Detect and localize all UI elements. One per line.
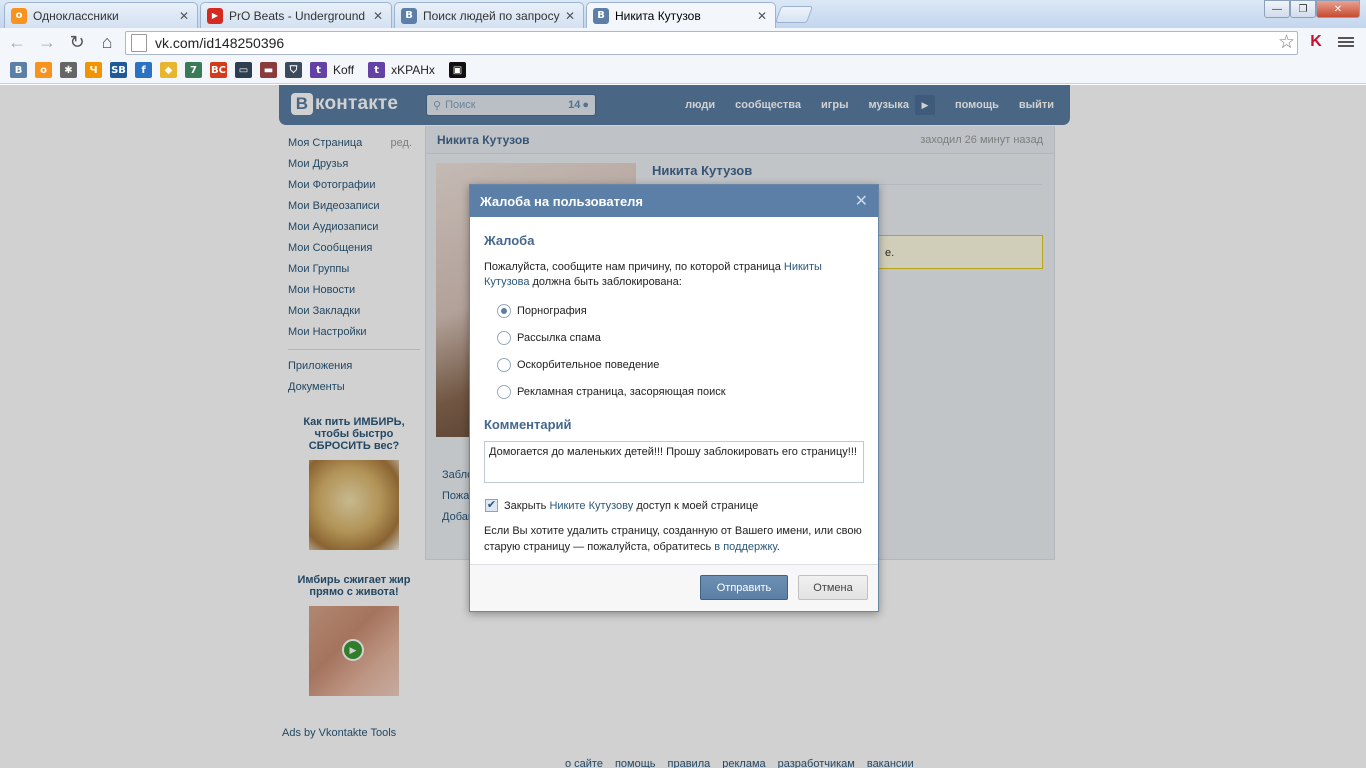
bookmark-bug-icon[interactable]: ✱ [60,62,77,78]
new-tab-button[interactable] [774,6,814,23]
radio-button[interactable] [497,384,511,399]
bookmark-ch-icon[interactable]: Ч [85,62,102,78]
cancel-button[interactable]: Отмена [798,575,868,600]
close-access-checkbox[interactable]: ✔ [485,499,498,512]
twitch-icon: t [368,62,386,78]
home-icon[interactable]: ⌂ [94,30,120,56]
dialog-title: Жалоба на пользователя [480,193,644,209]
back-icon[interactable]: ← [4,30,30,56]
bookmark-film-icon[interactable]: ▣ [448,62,466,78]
tab-close-icon[interactable]: ✕ [755,9,769,23]
vk-icon: B [593,7,609,24]
bookmark-xkranx[interactable]: t xKPAHx [364,62,435,78]
bookmark-koff[interactable]: t Koff [306,62,354,78]
reason-porn[interactable]: Порнография [497,297,864,324]
comment-heading: Комментарий [484,417,572,432]
bookmark-7-icon[interactable]: 7 [185,62,202,78]
bookmark-ok-icon[interactable]: o [35,62,52,78]
address-bar[interactable]: vk.com/id148250396 ☆ [125,31,1298,55]
minimize-icon[interactable]: — [1264,0,1290,18]
forward-icon[interactable]: → [34,30,60,56]
radio-button[interactable] [497,303,511,318]
tab-odnoklassniki[interactable]: о Одноклассники ✕ [4,2,198,28]
support-note: Если Вы хотите удалить страницу, созданн… [484,525,862,553]
comment-field[interactable]: Домогается до маленьких детей!!! Прошу з… [484,441,864,483]
reason-options: Порнография Рассылка спама Оскорбительно… [484,297,864,405]
support-link[interactable]: в поддержку [714,541,777,553]
twitch-icon: t [310,62,327,78]
tab-people-search[interactable]: B Поиск людей по запросу ✕ [394,2,584,28]
bookmark-vk-icon[interactable]: B [10,62,27,78]
close-window-icon[interactable]: ✕ [1316,0,1360,18]
window-controls: — ❐ ✕ [1264,0,1360,18]
dialog-header: Жалоба на пользователя ✕ [470,185,878,217]
report-dialog: Жалоба на пользователя ✕ Жалоба Пожалуйс… [469,184,879,612]
menu-icon[interactable] [1338,35,1354,49]
radio-button[interactable] [497,330,511,345]
bookmark-sb-icon[interactable]: SB [110,62,127,78]
tab-profile[interactable]: B Никита Кутузов ✕ [586,2,776,28]
bookmark-car-icon[interactable]: ▬ [260,62,277,78]
close-access-row[interactable]: ✔ Закрыть Никите Кутузову доступ к моей … [484,499,864,512]
vk-icon: B [401,7,417,24]
bookmark-bc-icon[interactable]: BC [210,62,227,78]
tab-close-icon[interactable]: ✕ [563,9,577,23]
tab-close-icon[interactable]: ✕ [371,9,385,23]
complaint-description: Пожалуйста, сообщите нам причину, по кот… [484,261,822,288]
reload-icon[interactable]: ↻ [64,30,90,56]
tab-pro-beats[interactable]: ▶ PrO Beats - Underground ✕ [200,2,392,28]
restore-icon[interactable]: ❐ [1290,0,1316,18]
browser-toolbar: ← → ↻ ⌂ vk.com/id148250396 ☆ [0,28,1366,57]
dialog-body: Жалоба Пожалуйста, сообщите нам причину,… [470,233,878,555]
bookmark-shield-icon[interactable]: ⛉ [285,62,302,78]
reason-spam[interactable]: Рассылка спама [497,324,864,351]
reason-abuse[interactable]: Оскорбительное поведение [497,351,864,378]
url-text: vk.com/id148250396 [155,35,285,51]
bookmark-box-icon[interactable]: ◆ [160,62,177,78]
bookmark-f-icon[interactable]: f [135,62,152,78]
send-button[interactable]: Отправить [700,575,788,600]
radio-button[interactable] [497,357,511,372]
bookmarks-bar: B o ✱ Ч SB f ◆ 7 BC ▭ ▬ ⛉ t Koff t xKPAH… [0,57,1366,84]
tab-strip: о Одноклассники ✕ ▶ PrO Beats - Undergro… [0,0,1366,28]
tab-title: Никита Кутузов [615,8,701,23]
odnoklassniki-icon: о [11,7,27,24]
tab-title: PrO Beats - Underground [229,8,366,23]
user-link[interactable]: Никите Кутузову [549,500,633,512]
youtube-icon: ▶ [207,7,223,24]
bookmark-star-icon[interactable]: ☆ [1278,33,1295,53]
tab-title: Поиск людей по запросу [423,8,560,23]
kaspersky-icon[interactable]: K [1306,33,1326,53]
tab-close-icon[interactable]: ✕ [177,9,191,23]
dialog-footer: Отправить Отмена [470,564,878,611]
reason-ad-page[interactable]: Рекламная страница, засоряющая поиск [497,378,864,405]
close-icon[interactable]: ✕ [855,191,868,211]
complaint-heading: Жалоба [484,233,535,248]
tab-title: Одноклассники [33,8,119,23]
page-icon [131,34,147,52]
bookmark-laptop-icon[interactable]: ▭ [235,62,252,78]
